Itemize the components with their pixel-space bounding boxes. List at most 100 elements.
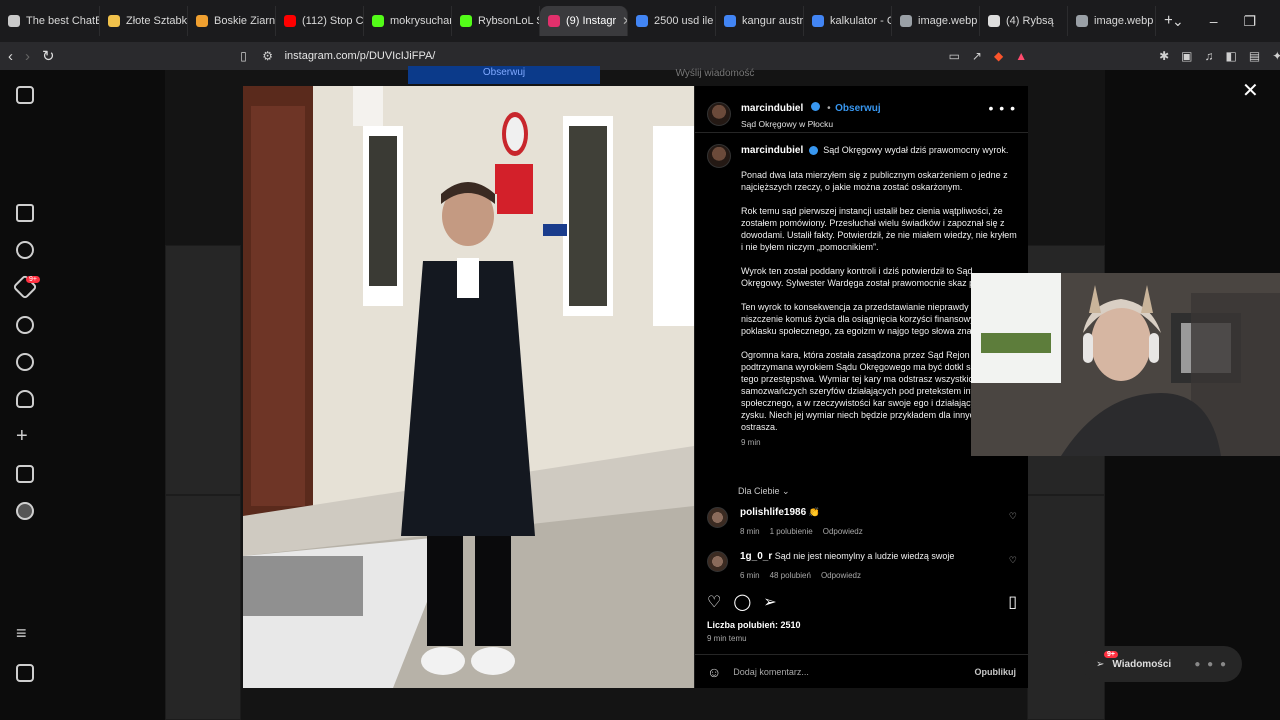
profile-avatar-icon[interactable] (16, 502, 34, 520)
caption-username[interactable]: marcindubiel (741, 145, 803, 156)
caption-avatar[interactable] (707, 144, 731, 168)
likes-count[interactable]: Liczba polubień: 2510 (707, 620, 801, 630)
url-field[interactable]: ▯ ⚙ instagram.com/p/DUVIcIJiFPA/ (237, 49, 937, 63)
browser-tab[interactable]: (4) Rybsą (980, 6, 1068, 36)
reload-icon[interactable]: ↻ (42, 47, 55, 65)
tab-favicon-icon (1076, 15, 1088, 27)
commenter-username[interactable]: 1g_0_r (740, 551, 772, 562)
browser-tab[interactable]: The best ChatB (0, 6, 100, 36)
create-icon[interactable]: + (16, 426, 34, 446)
instagram-sidebar: 9+ + ≡ (0, 70, 48, 720)
tab-favicon-icon (372, 15, 384, 27)
tab-favicon-icon (196, 15, 208, 27)
reply-button[interactable]: Odpowiedz (823, 527, 863, 536)
tab-label: The best ChatB (26, 15, 100, 27)
comment-sort-label: Dla Ciebie (738, 486, 780, 496)
tab-strip: The best ChatB Złote Sztabki | Z Boskie Zi… (0, 0, 1156, 42)
leo-ai-icon[interactable]: ✦ (1272, 49, 1280, 63)
caption-paragraph: Ponad dwa lata mierzyłem się z publiczny… (741, 170, 1008, 192)
tab-label: (112) Stop Chat (302, 15, 364, 27)
verified-icon (810, 102, 820, 112)
dashboard-icon[interactable] (16, 465, 34, 483)
messages-button[interactable]: ➢ 9+ Wiadomości ● ● ● (1082, 646, 1242, 682)
comment-time: 6 min (740, 571, 760, 580)
browser-tab[interactable]: image.webp (5 (1068, 6, 1156, 36)
browser-tab[interactable]: 2500 usd ile to (628, 6, 716, 36)
browser-tab[interactable]: kangur australi (716, 6, 804, 36)
extensions-icon[interactable]: ✱ (1159, 49, 1169, 63)
browser-tab[interactable]: image.webp (5 (892, 6, 980, 36)
instagram-logo-icon[interactable] (16, 86, 34, 104)
browser-tab[interactable]: (112) Stop Chat (276, 6, 364, 36)
browser-tab[interactable]: Boskie Ziarno (188, 6, 276, 36)
window-controls: ⌄ – ❐ ✕ (1172, 13, 1280, 30)
heart-icon[interactable] (16, 390, 34, 408)
commenter-username[interactable]: polishlife1986 (740, 507, 806, 518)
save-icon[interactable]: ▯ (1008, 592, 1017, 612)
tab-favicon-icon (988, 15, 1000, 27)
comment-likes[interactable]: 1 polubienie (770, 527, 813, 536)
browser-tab-bar: The best ChatB Złote Sztabki | Z Boskie Zi… (0, 0, 1280, 42)
sidebar-toggle-icon[interactable]: ◧ (1226, 49, 1237, 63)
cast-icon[interactable]: ▭ (949, 49, 960, 63)
like-icon[interactable]: ♡ (707, 592, 721, 612)
bg-message-button[interactable]: Wyślij wiadomość (635, 68, 795, 79)
maximize-icon[interactable]: ❐ (1244, 13, 1257, 30)
browser-tab[interactable]: (9) Instagr✕ (540, 6, 628, 36)
explore-icon[interactable] (16, 353, 34, 371)
publish-button[interactable]: Opublikuj (975, 667, 1017, 677)
more-menu-icon[interactable]: ≡ (16, 624, 34, 644)
search-icon[interactable] (16, 316, 34, 334)
like-comment-icon[interactable]: ♡ (1009, 555, 1017, 580)
more-options-icon[interactable]: • • • (989, 100, 1016, 116)
comment-likes[interactable]: 48 polubień (770, 571, 811, 580)
comment-sort-dropdown[interactable]: Dla Ciebie ⌄ (738, 486, 790, 497)
like-comment-icon[interactable]: ♡ (1009, 511, 1017, 536)
post-photo-illustration (243, 86, 694, 688)
share-icon[interactable]: ↗ (972, 49, 982, 63)
emoji-icon[interactable]: ☺ (707, 664, 721, 680)
comment-icon[interactable]: ◯ (733, 592, 751, 612)
divider (695, 132, 1028, 133)
reply-button[interactable]: Odpowiedz (821, 571, 861, 580)
share-icon[interactable]: ➢ (763, 592, 776, 612)
follow-button[interactable]: Obserwuj (835, 103, 881, 114)
add-comment-bar: ☺ Opublikuj (695, 654, 1028, 688)
post-location[interactable]: Sąd Okręgowy w Płocku (741, 119, 881, 129)
bookmark-page-icon[interactable]: ▯ (237, 49, 251, 63)
tab-search-icon[interactable]: ⌄ (1172, 13, 1184, 30)
screenshot-icon[interactable]: ▣ (1181, 49, 1192, 63)
address-bar: ‹ › ↻ ▯ ⚙ instagram.com/p/DUVIcIJiFPA/ ▭… (0, 42, 1280, 70)
bg-follow-button[interactable]: Obserwuj (408, 66, 600, 84)
forward-icon[interactable]: › (25, 48, 30, 65)
tab-label: kangur australi (742, 15, 804, 27)
author-username[interactable]: marcindubiel (741, 103, 803, 114)
back-icon[interactable]: ‹ (8, 48, 13, 65)
media-icon[interactable]: ♫ (1205, 49, 1214, 63)
reels-icon[interactable] (16, 241, 34, 259)
browser-tab[interactable]: Złote Sztabki | Z (100, 6, 188, 36)
tab-favicon-icon (724, 15, 736, 27)
site-settings-icon[interactable]: ⚙ (261, 49, 275, 63)
new-tab-button[interactable]: + (1156, 6, 1172, 36)
wallet-icon[interactable]: ▤ (1249, 49, 1260, 63)
tab-favicon-icon (900, 15, 912, 27)
close-modal-icon[interactable]: ✕ (1242, 78, 1259, 103)
brave-shield-icon[interactable]: ◆ (994, 49, 1003, 63)
minimize-icon[interactable]: – (1210, 13, 1218, 30)
tab-favicon-icon (548, 15, 560, 27)
browser-tab[interactable]: mokrysuchar - (364, 6, 452, 36)
tab-favicon-icon (812, 15, 824, 27)
browser-tab[interactable]: RybsonLoL Stre (452, 6, 540, 36)
tab-label: image.webp (5 (1094, 15, 1155, 27)
also-from-meta-icon[interactable] (16, 664, 34, 682)
brave-rewards-icon[interactable]: ▲ (1015, 49, 1027, 63)
post-photo[interactable] (243, 86, 694, 688)
author-avatar[interactable] (707, 101, 731, 126)
home-icon[interactable] (16, 204, 34, 222)
commenter-avatar[interactable] (707, 551, 728, 572)
tab-favicon-icon (636, 15, 648, 27)
commenter-avatar[interactable] (707, 507, 728, 528)
comment-input[interactable] (733, 666, 963, 677)
browser-tab[interactable]: kalkulator - Go (804, 6, 892, 36)
